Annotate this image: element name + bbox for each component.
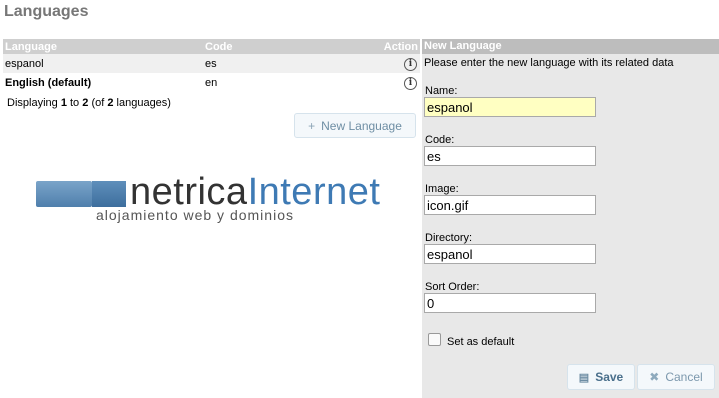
save-icon: ▤ — [578, 371, 590, 384]
info-icon[interactable]: i — [404, 76, 417, 90]
page-title: Languages — [4, 3, 89, 20]
directory-label: Directory: — [425, 232, 473, 244]
table-row[interactable]: English (default) en i — [3, 73, 420, 92]
language-cell[interactable]: English (default) — [3, 73, 203, 92]
language-cell[interactable]: espanol — [3, 54, 203, 73]
count-to-word: to — [70, 97, 80, 109]
count-prefix: Displaying — [7, 97, 58, 109]
panel-title: New Language — [422, 39, 719, 54]
code-cell: es — [203, 54, 357, 73]
image-field[interactable] — [424, 195, 596, 215]
column-header-code[interactable]: Code — [203, 39, 357, 54]
count-total: 2 — [107, 97, 114, 109]
name-field[interactable] — [424, 97, 596, 117]
panel-intro: Please enter the new language with its r… — [424, 57, 674, 69]
count-from: 1 — [60, 97, 67, 109]
languages-table: Language Code Action espanol es i Englis… — [3, 39, 420, 92]
action-cell: i — [357, 54, 420, 73]
action-cell: i — [357, 73, 420, 92]
languages-listing: Language Code Action espanol es i Englis… — [3, 39, 420, 92]
new-language-panel: New Language Please enter the new langua… — [422, 39, 719, 398]
column-header-language[interactable]: Language — [3, 39, 203, 54]
logo-tagline: alojamiento web y dominios — [96, 207, 294, 223]
cancel-label: Cancel — [665, 370, 703, 384]
info-icon[interactable]: i — [404, 57, 417, 71]
code-cell: en — [205, 76, 218, 89]
logo-bar-right — [92, 181, 126, 207]
new-language-label: New Language — [321, 118, 402, 133]
column-header-action: Action — [357, 39, 420, 54]
set-default-label[interactable]: Set as default — [447, 336, 514, 348]
count-suffix: languages) — [116, 97, 171, 109]
save-label: Save — [595, 370, 624, 384]
image-label: Image: — [425, 183, 459, 195]
sort-order-field[interactable] — [424, 293, 596, 313]
plus-icon: + — [308, 118, 316, 133]
directory-field[interactable] — [424, 244, 596, 264]
cancel-icon: ✖ — [649, 370, 660, 384]
cancel-button[interactable]: ✖ Cancel — [637, 364, 715, 390]
table-header-row: Language Code Action — [3, 39, 420, 54]
name-label: Name: — [425, 85, 458, 97]
listing-count: Displaying 1 to 2 (of 2 languages) — [7, 97, 171, 109]
code-label: Code: — [425, 134, 455, 146]
logo-bar-left — [36, 181, 92, 207]
count-of: (of — [91, 97, 105, 109]
save-button[interactable]: ▤ Save — [567, 364, 635, 390]
table-row[interactable]: espanol es i — [3, 54, 420, 73]
new-language-button[interactable]: + New Language — [294, 113, 416, 138]
code-field[interactable] — [424, 146, 596, 166]
count-to: 2 — [82, 97, 89, 109]
sort-order-label: Sort Order: — [425, 281, 480, 293]
set-default-checkbox[interactable] — [428, 333, 441, 346]
